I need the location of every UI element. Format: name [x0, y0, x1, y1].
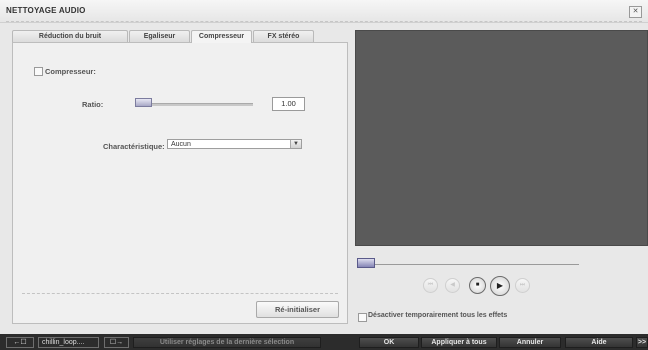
ratio-value-field[interactable]: 1.00 [272, 97, 305, 111]
apply-all-button[interactable]: Appliquer à tous [421, 337, 497, 348]
preview-position-handle[interactable] [357, 258, 375, 268]
step-back-icon[interactable]: ◀ [445, 278, 460, 293]
chevron-down-icon[interactable]: ▼ [290, 140, 301, 148]
use-last-selection-button[interactable]: Utiliser réglages de la dernière sélecti… [133, 337, 321, 348]
characteristic-dropdown[interactable]: Aucun ▼ [167, 139, 302, 149]
ratio-slider-handle[interactable] [135, 98, 152, 107]
reset-button[interactable]: Ré-initialiser [256, 301, 339, 318]
more-button[interactable]: >> [636, 337, 648, 348]
clip-name: chillin_loop.... [38, 337, 99, 348]
ratio-label: Ratio: [82, 100, 104, 109]
play-icon[interactable]: ▶ [490, 276, 510, 296]
tab-bar: Réduction du bruit Egaliseur Compresseur… [12, 30, 315, 43]
tab-equalizer[interactable]: Egaliseur [129, 30, 190, 42]
tab-compressor[interactable]: Compresseur [191, 30, 252, 43]
title-bar: NETTOYAGE AUDIO ✕ [0, 0, 648, 23]
characteristic-selected-value: Aucun [171, 141, 191, 148]
characteristic-label: Charactéristique: [103, 142, 165, 151]
tab-noise-reduction[interactable]: Réduction du bruit [12, 30, 128, 42]
compressor-checkbox[interactable] [34, 67, 43, 76]
cancel-button[interactable]: Annuler [499, 337, 561, 348]
panel-divider [22, 293, 338, 294]
ratio-slider-track[interactable] [135, 103, 253, 106]
stop-icon[interactable]: ■ [469, 277, 486, 294]
preview-window [355, 30, 648, 246]
help-button[interactable]: Aide [565, 337, 633, 348]
window-title: NETTOYAGE AUDIO [6, 6, 86, 15]
skip-back-icon[interactable]: ⏮ [423, 278, 438, 293]
next-clip-icon[interactable]: ☐→ [104, 337, 129, 348]
close-icon[interactable]: ✕ [629, 6, 642, 18]
disable-effects-label: Désactiver temporairement tous les effet… [368, 312, 508, 319]
ok-button[interactable]: OK [359, 337, 419, 348]
compressor-panel [12, 42, 348, 324]
compressor-label: Compresseur: [45, 67, 96, 76]
skip-forward-icon[interactable]: ⏭ [515, 278, 530, 293]
title-divider [6, 21, 642, 22]
previous-clip-icon[interactable]: ←☐ [6, 337, 34, 348]
disable-effects-checkbox[interactable] [358, 313, 367, 322]
preview-position-track[interactable] [357, 264, 579, 265]
tab-stereo-fx[interactable]: FX stéréo [253, 30, 314, 42]
